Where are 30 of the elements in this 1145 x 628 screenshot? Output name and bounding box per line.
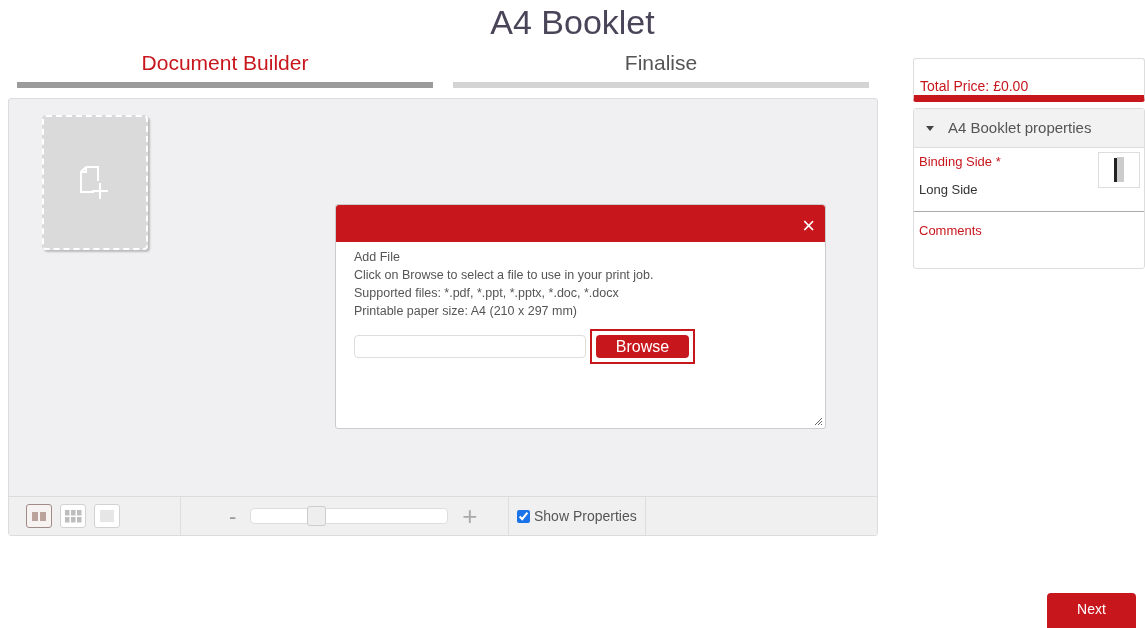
page-icon <box>99 509 115 523</box>
view-button[interactable] <box>94 504 120 528</box>
slider-thumb[interactable] <box>307 506 326 526</box>
checkbox-label: Show Properties <box>534 506 637 526</box>
grid-icon <box>64 509 82 523</box>
booklet-icon <box>1114 157 1124 183</box>
dialog-text: Printable paper size: A4 (210 x 297 mm) <box>354 303 579 320</box>
total-price: Total Price: £0.00 <box>920 77 1029 95</box>
comments-label: Comments <box>919 223 982 238</box>
zoom-slider[interactable] <box>250 508 449 524</box>
pages-icon <box>31 510 47 522</box>
add-page-placeholder[interactable] <box>42 115 148 250</box>
dialog-text: Click on Browse to select a file to use in your print job. <box>354 267 655 284</box>
file-path-field[interactable] <box>354 335 586 358</box>
view-button[interactable] <box>60 504 86 528</box>
browse-button[interactable]: Browse <box>596 335 689 358</box>
view-button[interactable] <box>26 504 52 528</box>
page-title: A4 Booklet <box>489 2 656 42</box>
close-button[interactable]: × <box>802 214 815 238</box>
binding-label: Binding Side * <box>919 153 1001 171</box>
dialog-text: Supported files: *.pdf, *.ppt, *.pptx, *.doc, *.docx <box>354 285 620 302</box>
binding-option[interactable] <box>1098 152 1140 188</box>
binding-value: Long Side <box>919 180 979 199</box>
resize-grip-icon <box>813 416 823 426</box>
dialog-heading: Add File <box>354 249 401 266</box>
step-tab[interactable]: Document Builder <box>17 48 433 88</box>
properties-header[interactable]: A4 Booklet properties <box>914 109 1144 148</box>
next-button[interactable]: Next <box>1047 593 1136 628</box>
show-properties-checkbox[interactable] <box>517 509 530 523</box>
step-tab[interactable]: Finalise <box>453 48 869 88</box>
